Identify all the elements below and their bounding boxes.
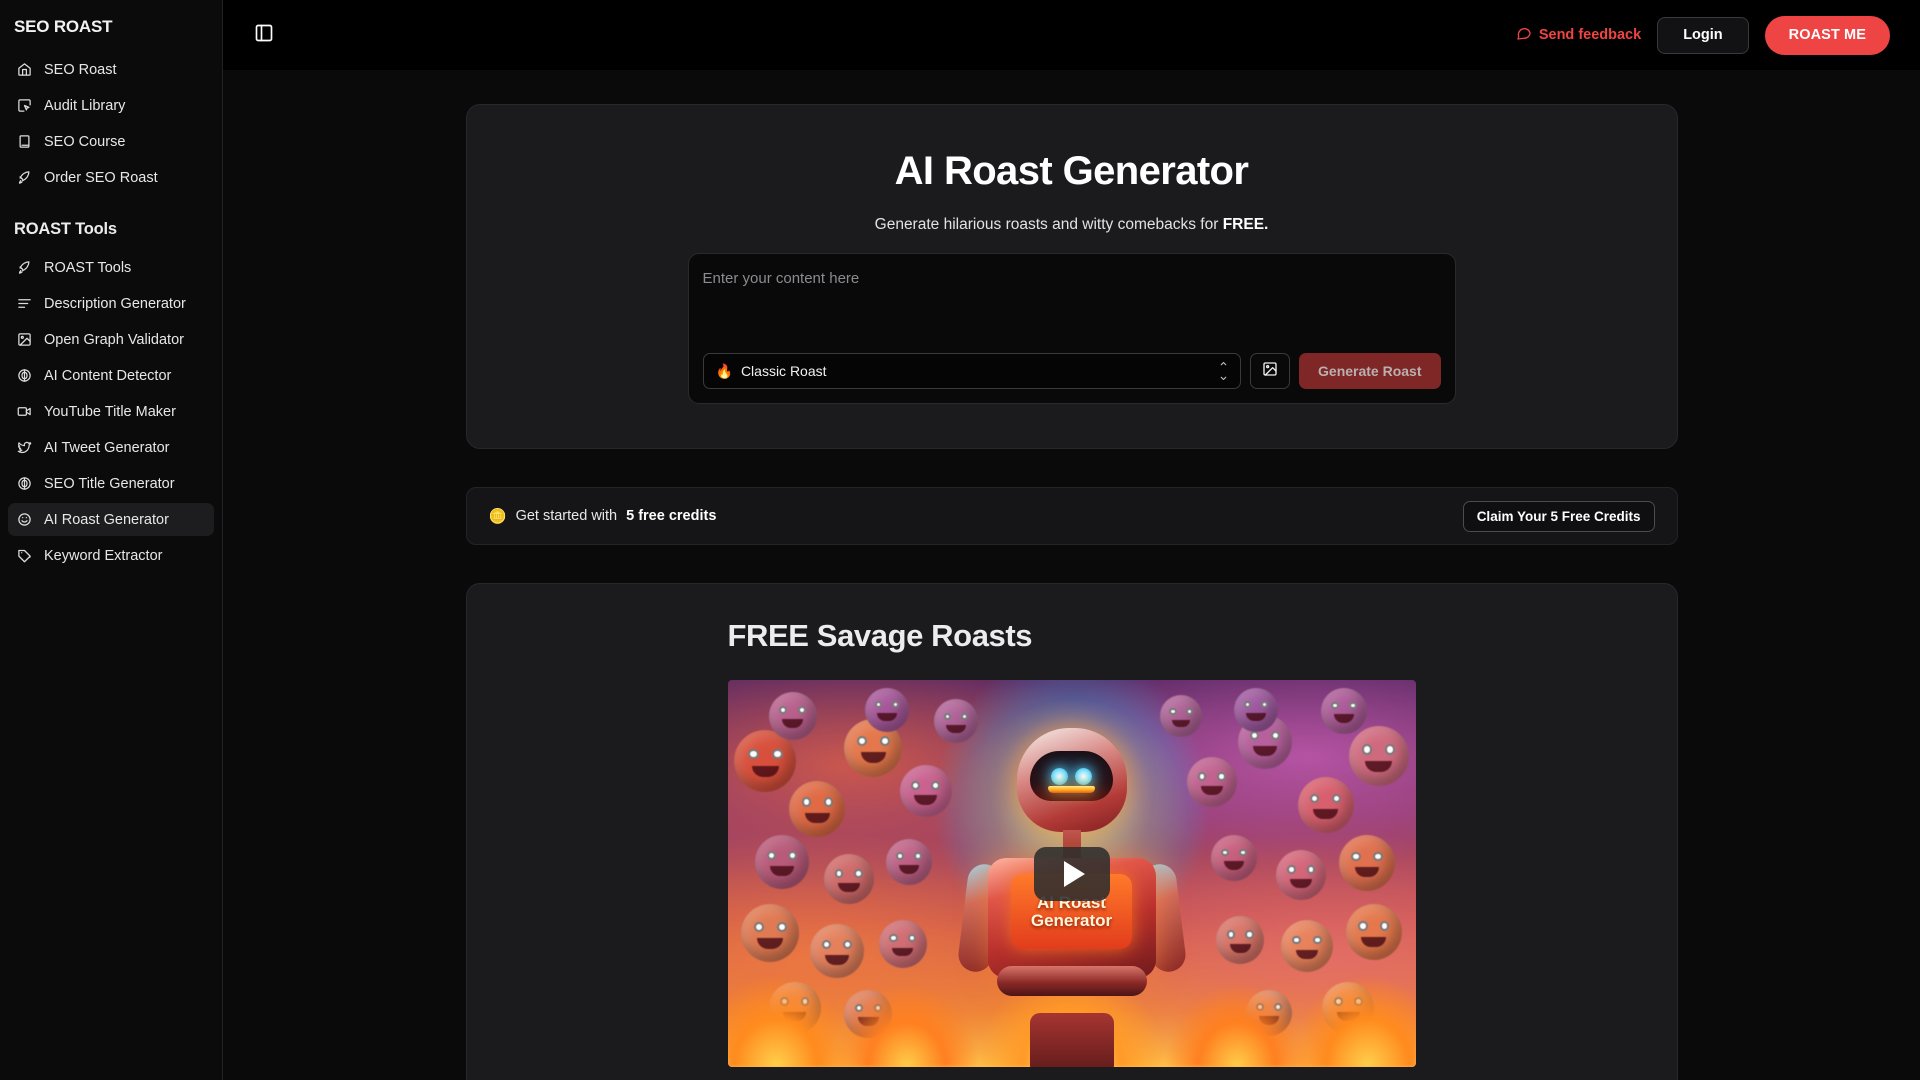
sidebar-item-label: Keyword Extractor	[44, 547, 163, 564]
sidebar: SEO ROAST SEO Roast Audit Library SEO Co…	[0, 0, 223, 1080]
chevron-updown-icon	[1219, 361, 1228, 381]
sidebar-item-label: SEO Course	[44, 133, 126, 150]
sidebar-primary-nav: SEO Roast Audit Library SEO Course Order…	[0, 53, 222, 194]
brain-icon	[16, 476, 32, 492]
sidebar-item-ai-content-detector[interactable]: AI Content Detector	[8, 359, 214, 392]
sidebar-item-label: YouTube Title Maker	[44, 403, 176, 420]
tag-icon	[16, 548, 32, 564]
sidebar-item-label: ROAST Tools	[44, 259, 132, 276]
rocket-icon	[16, 260, 32, 276]
free-credits-banner: 🪙 Get started with 5 free credits Claim …	[465, 487, 1678, 545]
sidebar-item-youtube-title-maker[interactable]: YouTube Title Maker	[8, 395, 214, 428]
sidebar-item-seo-roast[interactable]: SEO Roast	[8, 53, 214, 86]
sidebar-item-roast-tools[interactable]: ROAST Tools	[8, 251, 214, 284]
content-wrapper: AI Roast Generator Generate hilarious ro…	[465, 104, 1678, 1080]
claim-credits-button[interactable]: Claim Your 5 Free Credits	[1462, 500, 1655, 532]
play-icon	[1063, 860, 1085, 887]
sidebar-group-title: ROAST Tools	[14, 220, 117, 238]
hero-card: AI Roast Generator Generate hilarious ro…	[465, 104, 1678, 449]
generate-roast-button[interactable]: Generate Roast	[1299, 353, 1441, 389]
page-subtitle: Generate hilarious roasts and witty come…	[507, 216, 1637, 234]
lines-icon	[16, 296, 32, 312]
form-controls-row: 🔥 Classic Roast Generate Roast	[702, 353, 1441, 389]
send-feedback-label: Send feedback	[1538, 27, 1642, 43]
credits-text: Get started with	[515, 508, 618, 524]
sidebar-item-label: Open Graph Validator	[44, 331, 184, 348]
page-content: AI Roast Generator Generate hilarious ro…	[223, 70, 1920, 1080]
savage-inner: FREE Savage Roasts AI Roast Generator	[727, 618, 1416, 1080]
image-icon	[16, 332, 32, 348]
brain-icon	[16, 368, 32, 384]
home-icon	[16, 62, 32, 78]
topbar: Send feedback Login ROAST ME	[223, 0, 1920, 70]
sidebar-item-seo-title-generator[interactable]: SEO Title Generator	[8, 467, 214, 500]
flame-icon: 🔥	[715, 362, 733, 379]
sidebar-item-keyword-extractor[interactable]: Keyword Extractor	[8, 539, 214, 572]
login-button[interactable]: Login	[1657, 16, 1749, 54]
sidebar-item-label: Audit Library	[44, 97, 126, 114]
book-icon	[16, 134, 32, 150]
sidebar-item-ai-roast-generator[interactable]: AI Roast Generator	[8, 503, 214, 536]
topbar-actions: Send feedback Login ROAST ME	[1516, 15, 1890, 55]
sidebar-item-label: AI Tweet Generator	[44, 439, 170, 456]
credits-message: 🪙 Get started with 5 free credits	[489, 508, 717, 525]
roast-me-button[interactable]: ROAST ME	[1764, 15, 1890, 55]
credits-count: 5 free credits	[626, 508, 717, 524]
roast-form: 🔥 Classic Roast	[687, 253, 1456, 404]
sidebar-item-audit-library[interactable]: Audit Library	[8, 89, 214, 122]
sidebar-toggle-button[interactable]	[247, 18, 281, 52]
savage-roasts-section: FREE Savage Roasts AI Roast Generator	[465, 583, 1678, 1080]
brand-title: SEO ROAST	[14, 17, 113, 36]
content-input[interactable]	[702, 268, 1441, 340]
roast-style-value: Classic Roast	[740, 363, 827, 379]
subtitle-text: Generate hilarious roasts and witty come…	[874, 216, 1223, 233]
sidebar-item-label: Order SEO Roast	[44, 169, 158, 186]
promo-video-player[interactable]: AI Roast Generator	[727, 680, 1416, 1067]
smiley-icon	[16, 512, 32, 528]
sidebar-tools-nav: ROAST Tools ROAST Tools Description Gene…	[0, 210, 222, 572]
video-icon	[16, 404, 32, 420]
sidebar-item-label: AI Content Detector	[44, 367, 172, 384]
main-area: Send feedback Login ROAST ME AI Roast Ge…	[223, 0, 1920, 1080]
image-upload-icon	[1262, 361, 1278, 382]
sidebar-item-order-seo-roast[interactable]: Order SEO Roast	[8, 161, 214, 194]
app-root: SEO ROAST SEO Roast Audit Library SEO Co…	[0, 0, 1920, 1080]
coins-icon: 🪙	[488, 508, 507, 525]
video-overlay-subtitle: Generator	[1030, 910, 1113, 930]
sidebar-item-label: SEO Roast	[44, 61, 117, 78]
savage-section-title: FREE Savage Roasts	[727, 618, 1033, 653]
cursor-box-icon	[16, 98, 32, 114]
sidebar-item-open-graph-validator[interactable]: Open Graph Validator	[8, 323, 214, 356]
send-feedback-link[interactable]: Send feedback	[1516, 25, 1641, 45]
sidebar-item-label: AI Roast Generator	[44, 511, 169, 528]
sidebar-item-label: SEO Title Generator	[44, 475, 175, 492]
sidebar-item-label: Description Generator	[44, 295, 186, 312]
sidebar-item-description-generator[interactable]: Description Generator	[8, 287, 214, 320]
play-button[interactable]	[1033, 846, 1110, 901]
upload-image-button[interactable]	[1250, 353, 1291, 389]
sidebar-toggle-icon	[254, 23, 274, 48]
page-title: AI Roast Generator	[894, 149, 1249, 193]
sidebar-item-seo-course[interactable]: SEO Course	[8, 125, 214, 158]
roast-style-select[interactable]: 🔥 Classic Roast	[702, 353, 1242, 389]
rocket-icon	[16, 170, 32, 186]
twitter-bird-icon	[16, 440, 32, 456]
message-icon	[1516, 25, 1532, 45]
sidebar-item-ai-tweet-generator[interactable]: AI Tweet Generator	[8, 431, 214, 464]
subtitle-emphasis: FREE.	[1222, 216, 1269, 233]
